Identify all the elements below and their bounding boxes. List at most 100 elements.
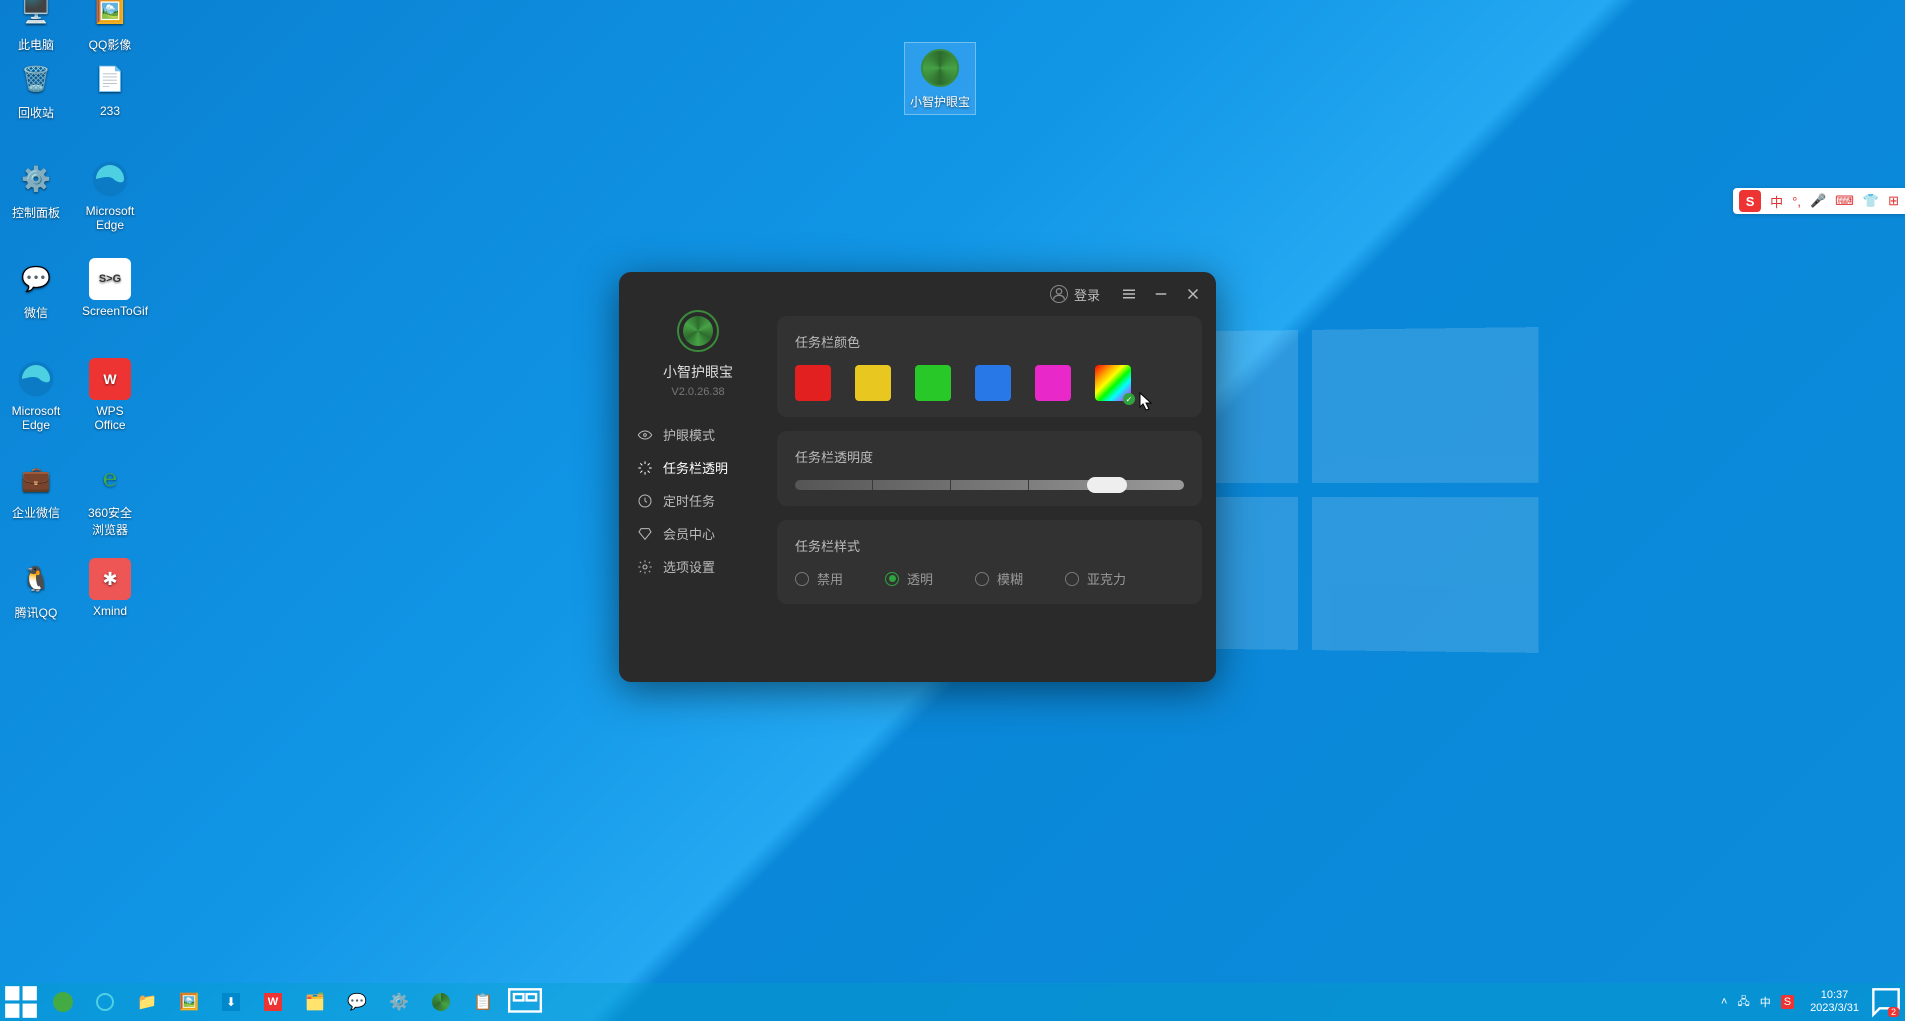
radio-disable[interactable]: 禁用 [795,569,843,588]
icon-label: 控制面板 [8,204,64,221]
menu-button[interactable] [1120,285,1138,303]
icon-label: Xmind [82,604,138,618]
menu-label: 会员中心 [663,524,715,543]
menu-options[interactable]: 选项设置 [633,550,763,583]
color-swatch-red[interactable] [795,365,831,401]
icon-label: 微信 [8,304,64,321]
tray-chevron-up-icon[interactable]: ˄ [1721,996,1727,1008]
menu-taskbar-transparent[interactable]: 任务栏透明 [633,451,763,484]
taskbar[interactable]: 📁 🖼️ ⬇ W 🗂️ 💬 ⚙️ 📋 ˄ 🖧 中 S 10:37 2023/3/… [0,983,1905,1021]
panel-title: 任务栏颜色 [795,332,1184,351]
check-icon: ✓ [1123,393,1135,405]
menu-eye-mode[interactable]: 护眼模式 [633,418,763,451]
desktop-icon-edge-1[interactable]: Microsoft Edge [82,158,138,232]
panel-taskbar-style: 任务栏样式 禁用 透明 模糊 亚克力 [777,520,1202,604]
icon-label: 腾讯QQ [8,604,64,621]
radio-label: 亚克力 [1087,569,1126,588]
radio-transparent[interactable]: 透明 [885,569,933,588]
taskbar-app-folder[interactable]: 🗂️ [294,983,336,1021]
icon-label: WPS Office [82,404,138,432]
radio-label: 透明 [907,569,933,588]
icon-label: QQ影像 [82,36,138,53]
color-swatch-custom[interactable]: ✓ [1095,365,1131,401]
taskbar-app-wechat[interactable]: 💬 [336,983,378,1021]
color-swatch-green[interactable] [915,365,951,401]
titlebar[interactable]: 登录 [619,272,1216,316]
ime-voice-icon[interactable]: 🎤 [1810,193,1826,209]
taskbar-app-settings[interactable]: ⚙️ [378,983,420,1021]
color-swatch-yellow[interactable] [855,365,891,401]
taskbar-app-explorer[interactable]: 📁 [126,983,168,1021]
radio-icon [975,572,989,586]
menu-label: 选项设置 [663,557,715,576]
system-tray[interactable]: ˄ 🖧 中 S [1713,993,1802,1012]
icon-label: ScreenToGif [82,304,138,318]
close-button[interactable] [1184,285,1202,303]
opacity-slider[interactable] [795,480,1184,490]
sogou-logo-icon[interactable]: S [1739,190,1761,212]
icon-label: Microsoft Edge [8,404,64,432]
diamond-icon [637,526,653,542]
icon-label: 回收站 [8,104,64,121]
ime-toolbox-icon[interactable]: ⊞ [1888,193,1899,209]
radio-blur[interactable]: 模糊 [975,569,1023,588]
menu-timed-tasks[interactable]: 定时任务 [633,484,763,517]
desktop-icon-screentogif[interactable]: S>GScreenToGif [82,258,138,318]
menu-label: 定时任务 [663,491,715,510]
sparkle-icon [637,460,653,476]
taskbar-app-taskview[interactable] [504,983,546,1021]
radio-label: 模糊 [997,569,1023,588]
radio-icon [795,572,809,586]
tray-sogou-icon[interactable]: S [1781,995,1794,1009]
ime-keyboard-icon[interactable]: ⌨ [1835,193,1854,209]
desktop-icon-xmind[interactable]: ✱Xmind [82,558,138,618]
desktop-icon-control-panel[interactable]: ⚙️控制面板 [8,158,64,221]
color-swatch-magenta[interactable] [1035,365,1071,401]
panel-title: 任务栏样式 [795,536,1184,555]
ime-punct-icon[interactable]: °, [1792,194,1801,209]
desktop-icon-this-pc[interactable]: 🖥️此电脑 [8,0,64,53]
taskbar-app-wps[interactable]: W [252,983,294,1021]
app-name: 小智护眼宝 [663,362,733,382]
icon-label: 233 [82,104,138,118]
desktop-icon-qq[interactable]: 🐧腾讯QQ [8,558,64,621]
desktop-icon-wps[interactable]: WWPS Office [82,358,138,432]
start-button[interactable] [0,983,42,1021]
tray-network-icon[interactable]: 🖧 [1737,993,1749,1012]
desktop-icon-recycle-bin[interactable]: 🗑️回收站 [8,58,64,121]
radio-acrylic[interactable]: 亚克力 [1065,569,1126,588]
taskbar-app-store[interactable]: ⬇ [210,983,252,1021]
slider-thumb[interactable] [1087,477,1127,493]
taskbar-app-cortana[interactable] [84,983,126,1021]
icon-label: Microsoft Edge [82,204,138,232]
taskbar-app-image[interactable]: 🖼️ [168,983,210,1021]
tray-ime-lang[interactable]: 中 [1760,994,1771,1010]
desktop-icon-edge-2[interactable]: Microsoft Edge [8,358,64,432]
taskbar-app-notes[interactable]: 📋 [462,983,504,1021]
notification-button[interactable]: 2 [1867,983,1905,1021]
radio-icon [1065,572,1079,586]
desktop-icon-360-browser[interactable]: ℮360安全浏览器 [82,458,138,538]
desktop-icon-233-file[interactable]: 📄233 [82,58,138,118]
clock-icon [637,493,653,509]
app-version: V2.0.26.38 [671,386,724,398]
ime-skin-icon[interactable]: 👕 [1863,193,1879,209]
clock-time: 10:37 [1810,989,1859,1002]
desktop-icon-qq-image[interactable]: 🖼️QQ影像 [82,0,138,53]
desktop-icon-wechat[interactable]: 💬微信 [8,258,64,321]
color-swatch-blue[interactable] [975,365,1011,401]
taskbar-clock[interactable]: 10:37 2023/3/31 [1802,989,1867,1015]
minimize-button[interactable] [1152,285,1170,303]
app-logo-icon [677,310,719,352]
ime-toolbar[interactable]: S 中 °, 🎤 ⌨ 👕 ⊞ [1733,188,1905,214]
menu-member-center[interactable]: 会员中心 [633,517,763,550]
taskbar-app-xiaozhi[interactable] [420,983,462,1021]
login-button[interactable]: 登录 [1050,285,1100,304]
clock-date: 2023/3/31 [1810,1002,1859,1015]
desktop-icon-enterprise-wechat[interactable]: 💼企业微信 [8,458,64,521]
desktop-icon-xiaozhi-selected[interactable]: 小智护眼宝 [905,43,975,114]
ime-lang[interactable]: 中 [1770,192,1783,211]
taskbar-app-360[interactable] [42,983,84,1021]
avatar-icon [1050,285,1068,303]
menu-label: 任务栏透明 [663,458,728,477]
